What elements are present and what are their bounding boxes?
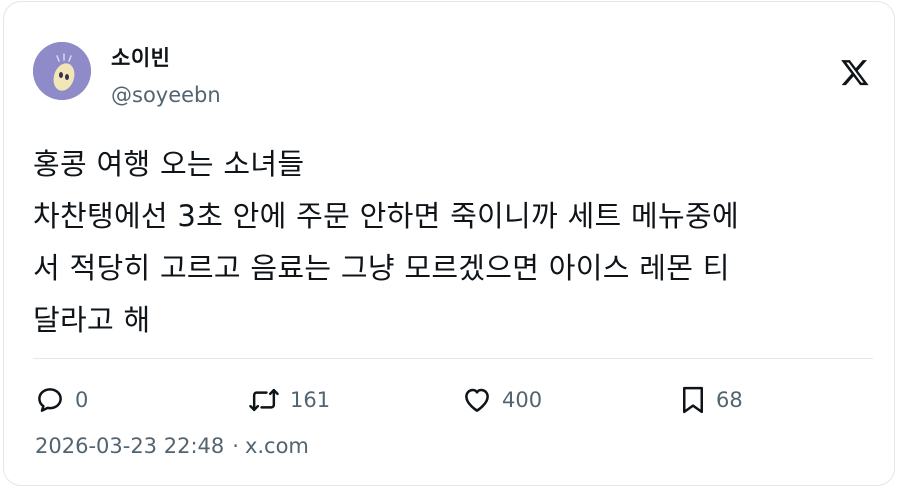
post-line: 홍콩 여행 오는 소녀들 — [33, 147, 305, 181]
repost-icon — [248, 385, 280, 415]
x-logo-icon[interactable] — [840, 57, 870, 87]
heart-icon — [462, 385, 492, 415]
repost-button[interactable]: 161 — [248, 382, 330, 418]
author-name[interactable]: 소이빈 — [111, 42, 170, 72]
bookmark-button[interactable]: 68 — [680, 382, 743, 418]
author-handle[interactable]: @soyeebn — [111, 83, 221, 107]
bean-avatar-icon — [33, 42, 91, 100]
bookmark-icon — [680, 385, 706, 415]
timestamp[interactable]: 2026-03-23 22:48 — [35, 434, 224, 458]
post-line: 서 적당히 고르고 음료는 그냥 모르겠으면 아이스 레몬 티 — [33, 251, 730, 285]
bookmark-count: 68 — [716, 388, 743, 412]
reply-button[interactable]: 0 — [35, 382, 88, 418]
divider — [33, 358, 873, 359]
reply-icon — [35, 385, 65, 415]
post-line: 달라고 해 — [33, 303, 151, 337]
post-meta: 2026-03-23 22:48 · x.com — [35, 434, 309, 458]
separator: · — [232, 434, 239, 458]
like-count: 400 — [502, 388, 543, 412]
like-button[interactable]: 400 — [462, 382, 542, 418]
post-card: 소이빈 @soyeebn 홍콩 여행 오는 소녀들차찬탱에선 3초 안에 주문 … — [3, 1, 895, 486]
avatar[interactable] — [33, 42, 91, 100]
reply-count: 0 — [75, 388, 89, 412]
post-line: 차찬탱에선 3초 안에 주문 안하면 죽이니까 세트 메뉴중에 — [33, 199, 739, 233]
source-link[interactable]: x.com — [245, 434, 309, 458]
post-text: 홍콩 여행 오는 소녀들차찬탱에선 3초 안에 주문 안하면 죽이니까 세트 메… — [33, 138, 883, 346]
repost-count: 161 — [290, 388, 331, 412]
